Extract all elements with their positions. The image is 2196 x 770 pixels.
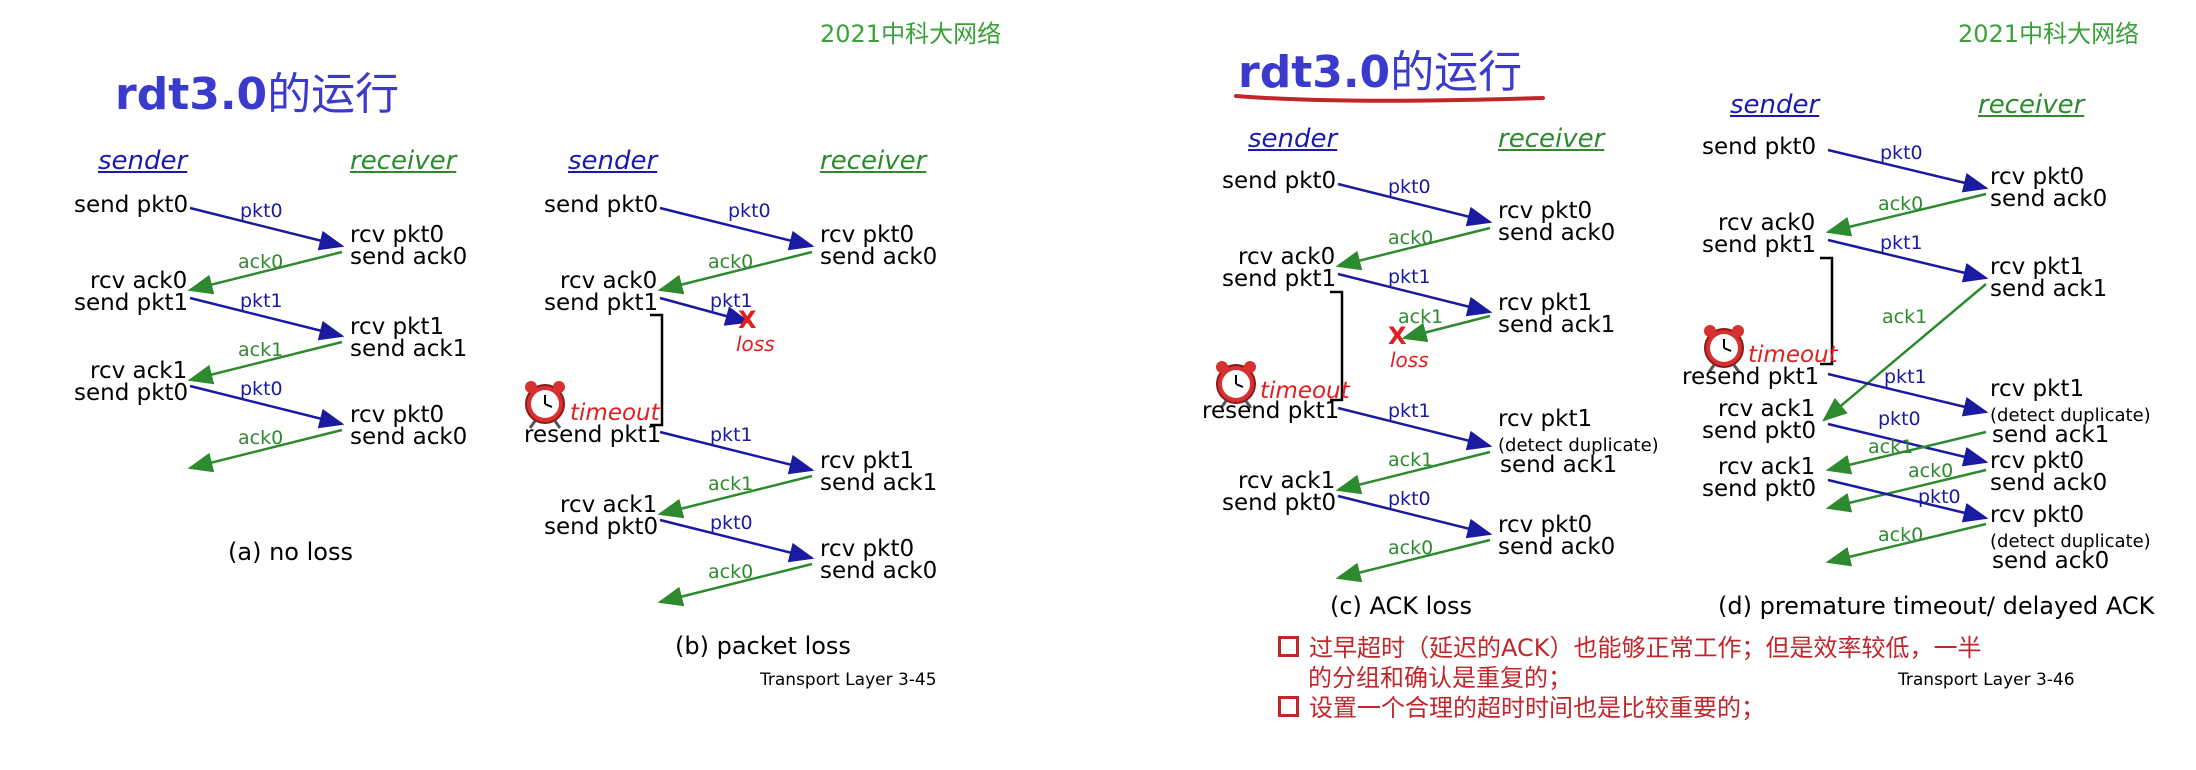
caption-b: (b) packet loss [675,632,851,660]
square-bullet-icon [1278,696,1299,717]
caption-c: (c) ACK loss [1330,592,1473,620]
event-send-ack1: send ack1 [1498,312,1616,338]
event-send-ack1: send ack1 [1990,276,2108,302]
label-ack1: ack1 [708,473,754,495]
label-pkt0: pkt0 [240,200,283,222]
label-pkt0: pkt0 [1388,176,1431,198]
label-ack1: ack1 [1882,306,1928,328]
event-send-pkt1: send pkt1 [1222,266,1337,292]
square-bullet-icon [1278,636,1299,657]
event-send-pkt0: send pkt0 [544,514,659,540]
footer-page: Transport Layer 3-46 [1898,670,2075,690]
label-pkt1: pkt1 [1388,266,1431,288]
event-resend-pkt1: resend pkt1 [524,422,662,448]
event-send-ack1: send ack1 [350,336,468,362]
label-ack0: ack0 [238,251,284,273]
event-send-pkt1: send pkt1 [1702,232,1817,258]
caption-d: (d) premature timeout/ delayed ACK [1718,592,2155,620]
event-send-pkt0: send pkt0 [1702,134,1817,160]
event-resend-pkt1: resend pkt1 [1202,398,1340,424]
label-pkt1: pkt1 [1884,366,1927,388]
receiver-label-a: receiver [350,146,457,176]
label-ack0: ack0 [1878,524,1924,546]
label-ack1: ack1 [1868,436,1914,458]
label-pkt0: pkt0 [1918,486,1961,508]
title-underline [1234,94,1545,103]
event-send-pkt0: send pkt0 [1702,476,1817,502]
label-pkt0: pkt0 [1878,408,1921,430]
event-send-ack0: send ack0 [1498,220,1616,246]
loss-label: loss [736,332,775,356]
label-ack0: ack0 [1908,460,1954,482]
event-send-pkt0: send pkt0 [544,192,659,218]
event-rcv-pkt1: rcv pkt1 [1498,406,1593,432]
event-send-ack0: send ack0 [350,424,468,450]
receiver-label-c: receiver [1498,124,1605,154]
receiver-label-b: receiver [820,146,927,176]
label-pkt1: pkt1 [710,424,753,446]
event-send-pkt0: send pkt0 [74,192,189,218]
event-send-ack1: send ack1 [1500,452,1618,478]
label-ack0: ack0 [238,427,284,449]
event-send-ack0: send ack0 [1990,470,2108,496]
label-pkt0: pkt0 [728,200,771,222]
event-send-ack1: send ack1 [820,470,938,496]
label-pkt1: pkt1 [1388,400,1431,422]
event-send-ack1: send ack1 [1992,422,2110,448]
receiver-label-d: receiver [1978,90,2085,120]
sender-label-a: sender [98,146,188,176]
loss-label: loss [1390,348,1429,372]
label-pkt1: pkt1 [240,290,283,312]
label-ack0: ack0 [1388,227,1434,249]
event-rcv-pkt1: rcv pkt1 [1990,376,2085,402]
label-ack0: ack0 [708,251,754,273]
label-pkt0: pkt0 [240,378,283,400]
event-send-pkt1: send pkt1 [544,290,659,316]
event-send-ack0: send ack0 [1990,186,2108,212]
event-send-pkt0: send pkt0 [74,380,189,406]
event-send-ack0: send ack0 [1992,548,2110,574]
alarm-clock-icon [525,381,565,429]
arrow-ack1-d-delayed [1822,283,1987,422]
label-ack0: ack0 [1878,193,1924,215]
sender-label-b: sender [568,146,658,176]
note-item-2: 设置一个合理的超时时间也是比较重要的； [1278,688,1765,723]
label-ack0: ack0 [1388,537,1434,559]
event-resend-pkt1: resend pkt1 [1682,364,1820,390]
event-send-ack0: send ack0 [1498,534,1616,560]
loss-x-icon: X [738,306,757,334]
event-send-pkt1: send pkt1 [74,290,189,316]
event-send-pkt0: send pkt0 [1222,168,1337,194]
label-pkt0: pkt0 [1880,142,1923,164]
slide-3-45: 2021中科大网络 rdt3.0的运行 sender receiver send… [0,0,1098,770]
note-text-2: 设置一个合理的超时时间也是比较重要的； [1309,694,1765,722]
event-send-pkt0: send pkt0 [1702,418,1817,444]
label-pkt1: pkt1 [1880,232,1923,254]
arrow-pkt0-d3 [1827,478,1989,523]
label-ack1: ack1 [238,339,284,361]
event-send-ack0: send ack0 [820,244,938,270]
sender-label-c: sender [1248,124,1338,154]
label-pkt0: pkt0 [710,512,753,534]
slide-3-46: 2021中科大网络 rdt3.0的运行 sender receiver send… [1098,0,2196,770]
arrow-ack0-d2 [1825,468,1987,513]
footer-page: Transport Layer 3-45 [760,670,937,690]
event-rcv-pkt0: rcv pkt0 [1990,502,2085,528]
label-pkt0: pkt0 [1388,488,1431,510]
event-send-pkt0: send pkt0 [1222,490,1337,516]
sender-label-d: sender [1730,90,1820,120]
loss-x-icon: X [1388,322,1407,350]
event-send-ack0: send ack0 [820,558,938,584]
event-send-ack0: send ack0 [350,244,468,270]
label-ack0: ack0 [708,561,754,583]
label-ack1: ack1 [1388,449,1434,471]
caption-a: (a) no loss [228,538,353,566]
